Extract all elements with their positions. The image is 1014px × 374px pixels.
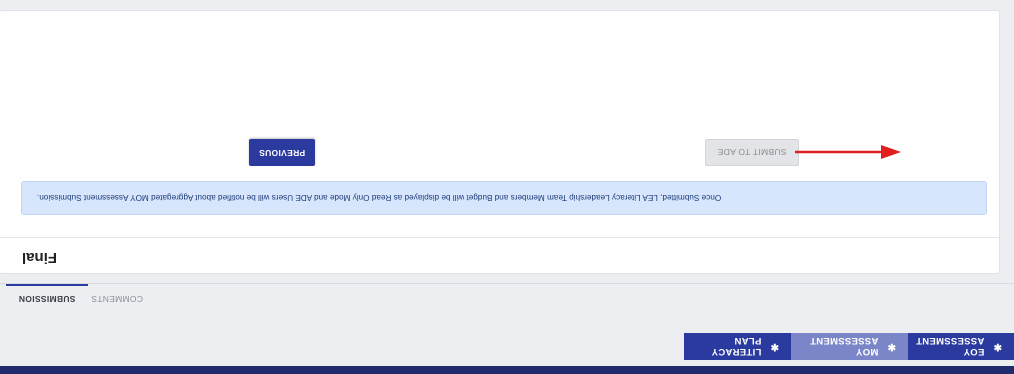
top-bar: [0, 366, 1014, 374]
tab-label: MOY ASSESSMENT: [809, 335, 879, 358]
star-icon: ✱: [770, 341, 779, 352]
report-tabs: ✱ EOY ASSESSMENT ✱ MOY ASSESSMENT ✱ LITE…: [0, 328, 1014, 360]
tab-submission[interactable]: SUBMISSION: [6, 284, 88, 314]
tab-label: EOY ASSESSMENT: [915, 335, 985, 358]
star-icon: ✱: [887, 341, 896, 352]
sub-tabs: COMMENTS SUBMISSION: [0, 283, 1014, 314]
tab-moy-assessment[interactable]: ✱ MOY ASSESSMENT: [791, 333, 908, 360]
info-alert: Once Submitted, LEA Literacy Leadership …: [21, 181, 987, 215]
tab-eoy-assessment[interactable]: ✱ EOY ASSESSMENT: [908, 333, 1014, 360]
card-header: Final: [0, 237, 999, 273]
tab-literacy-plan[interactable]: ✱ LITERACY PLAN: [684, 333, 791, 360]
page: ✱ EOY ASSESSMENT ✱ MOY ASSESSMENT ✱ LITE…: [0, 0, 1014, 374]
tab-label: LITERACY PLAN: [711, 335, 762, 358]
submit-to-ade-button[interactable]: SUBMIT TO ADE: [705, 139, 799, 166]
red-arrow-icon: [795, 145, 901, 159]
final-card: Final Once Submitted, LEA Literacy Leade…: [0, 10, 1000, 274]
card-title: Final: [22, 249, 58, 266]
previous-button[interactable]: PREVIOUS: [249, 139, 315, 166]
star-icon: ✱: [993, 341, 1002, 352]
